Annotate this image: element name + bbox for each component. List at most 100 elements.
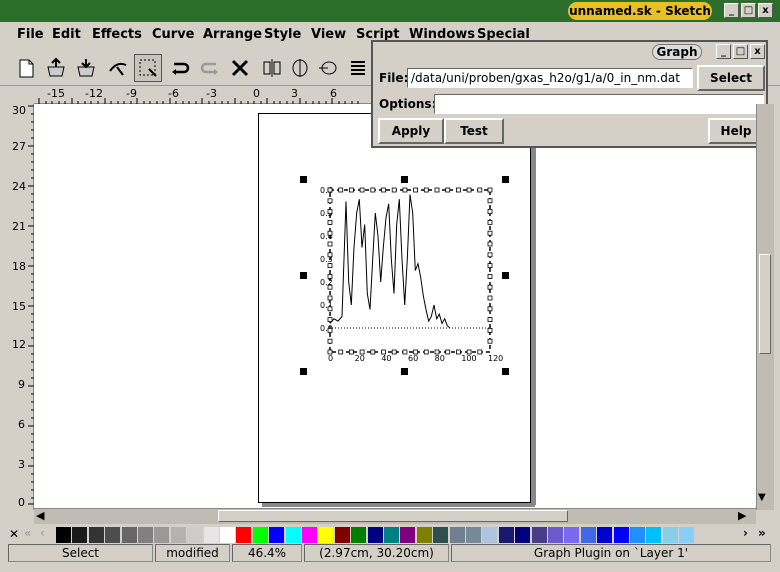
color-swatch[interactable] [367, 527, 383, 543]
edit-node-icon[interactable] [104, 54, 132, 82]
color-swatch[interactable] [285, 527, 301, 543]
dialog-maximize-button[interactable]: □ [733, 44, 748, 59]
graph-edit-node[interactable] [487, 263, 493, 268]
graph-edit-node[interactable] [327, 317, 333, 323]
color-swatch[interactable] [466, 527, 481, 543]
graph-edit-node[interactable] [487, 220, 493, 225]
graph-edit-node[interactable] [487, 198, 493, 204]
color-swatch[interactable] [187, 527, 203, 543]
menu-edit[interactable]: Edit [52, 27, 81, 42]
color-swatch[interactable] [580, 527, 596, 543]
test-button[interactable]: Test [444, 118, 504, 144]
minimize-button[interactable]: _ [724, 3, 739, 18]
horizontal-scroll-thumb[interactable] [218, 510, 568, 522]
graph-edit-node[interactable] [487, 327, 493, 333]
graph-edit-node[interactable] [466, 349, 472, 355]
graph-edit-node[interactable] [327, 230, 333, 236]
file-path-field[interactable]: /data/uni/proben/gxas_h2o/g1/a/0_in_nm.d… [407, 68, 693, 88]
graph-edit-node[interactable] [338, 187, 344, 193]
menu-file[interactable]: File [17, 27, 44, 42]
menu-curve[interactable]: Curve [152, 27, 195, 42]
color-swatch[interactable] [121, 527, 137, 543]
delete-icon[interactable] [226, 54, 254, 82]
graph-edit-node[interactable] [455, 349, 461, 355]
graph-edit-node[interactable] [359, 187, 365, 193]
color-swatch[interactable] [515, 527, 531, 543]
graph-edit-node[interactable] [327, 295, 333, 301]
graph-edit-node[interactable] [423, 349, 429, 355]
graph-edit-node[interactable] [445, 187, 451, 193]
selection-handle[interactable] [300, 368, 307, 375]
graph-edit-node[interactable] [477, 349, 483, 355]
menu-view[interactable]: View [311, 27, 346, 42]
menu-arrange[interactable]: Arrange [203, 27, 262, 42]
apply-button[interactable]: Apply [378, 118, 444, 144]
color-swatch[interactable] [105, 527, 121, 543]
color-swatch[interactable] [416, 527, 432, 543]
dialog-close-button[interactable]: x [750, 44, 765, 59]
close-button[interactable]: x [758, 3, 773, 18]
scroll-left-icon[interactable]: ◀ [36, 509, 44, 522]
graph-edit-node[interactable] [327, 338, 333, 344]
no-color-icon[interactable]: ✕ [9, 527, 19, 541]
maximize-button[interactable]: □ [741, 3, 756, 18]
selection-handle[interactable] [300, 272, 307, 279]
flip-horizontal-icon[interactable] [258, 54, 286, 82]
color-swatch[interactable] [498, 527, 514, 543]
color-swatch[interactable] [662, 527, 678, 543]
dialog-minimize-button[interactable]: _ [716, 44, 731, 59]
graph-edit-node[interactable] [477, 187, 483, 193]
graph-edit-node[interactable] [349, 187, 354, 193]
menu-effects[interactable]: Effects [92, 27, 142, 42]
select-button[interactable]: Select [697, 65, 765, 91]
graph-edit-node[interactable] [327, 327, 333, 333]
color-swatch[interactable] [630, 527, 645, 543]
graph-edit-node[interactable] [487, 306, 493, 312]
horizontal-scrollbar[interactable]: ◀ ▶ [34, 508, 756, 524]
scroll-right-icon[interactable]: ▶ [738, 509, 746, 522]
options-field[interactable] [434, 94, 764, 114]
graph-edit-node[interactable] [381, 187, 386, 193]
graph-edit-node[interactable] [487, 295, 493, 301]
palette-scroll-left-one-icon[interactable]: ‹ [40, 526, 45, 540]
graph-object[interactable]: 0.60.50.40.30.20.10.0 0 20 40 60 80 100 120 [300, 175, 515, 375]
graph-edit-node[interactable] [413, 187, 418, 193]
graph-edit-node[interactable] [487, 274, 493, 279]
color-swatch[interactable] [203, 527, 219, 543]
color-swatch[interactable] [220, 527, 235, 543]
open-file-icon[interactable] [42, 54, 70, 82]
color-swatch[interactable] [302, 527, 317, 543]
graph-edit-node[interactable] [327, 284, 333, 290]
graph-edit-node[interactable] [327, 220, 333, 225]
graph-edit-node[interactable] [327, 274, 333, 279]
selection-handle[interactable] [300, 176, 307, 183]
color-swatch[interactable] [88, 527, 104, 543]
color-swatch[interactable] [400, 527, 416, 543]
save-file-icon[interactable] [72, 54, 100, 82]
graph-edit-node[interactable] [381, 349, 386, 355]
color-swatch[interactable] [433, 527, 449, 543]
color-swatch[interactable] [56, 527, 71, 543]
selection-handle[interactable] [502, 176, 509, 183]
undo-icon[interactable] [166, 54, 194, 82]
palette-scroll-end-icon[interactable]: » [758, 526, 766, 540]
menu-style[interactable]: Style [264, 27, 301, 42]
graph-edit-node[interactable] [359, 349, 365, 355]
graph-edit-node[interactable] [487, 338, 493, 344]
graph-edit-node[interactable] [327, 187, 333, 193]
selection-handle[interactable] [401, 176, 408, 183]
graph-edit-node[interactable] [327, 263, 333, 268]
palette-scroll-right-icon[interactable]: › [743, 526, 748, 540]
color-swatch[interactable] [170, 527, 186, 543]
graph-edit-node[interactable] [327, 252, 333, 258]
color-swatch[interactable] [269, 527, 285, 543]
new-file-icon[interactable] [12, 54, 40, 82]
graph-edit-node[interactable] [445, 349, 451, 355]
selection-handle[interactable] [502, 272, 509, 279]
color-swatch[interactable] [138, 527, 153, 543]
graph-edit-node[interactable] [413, 349, 418, 355]
graph-edit-node[interactable] [349, 349, 354, 355]
align-text-icon[interactable] [344, 54, 372, 82]
color-swatch[interactable] [154, 527, 170, 543]
graph-edit-node[interactable] [327, 198, 333, 204]
